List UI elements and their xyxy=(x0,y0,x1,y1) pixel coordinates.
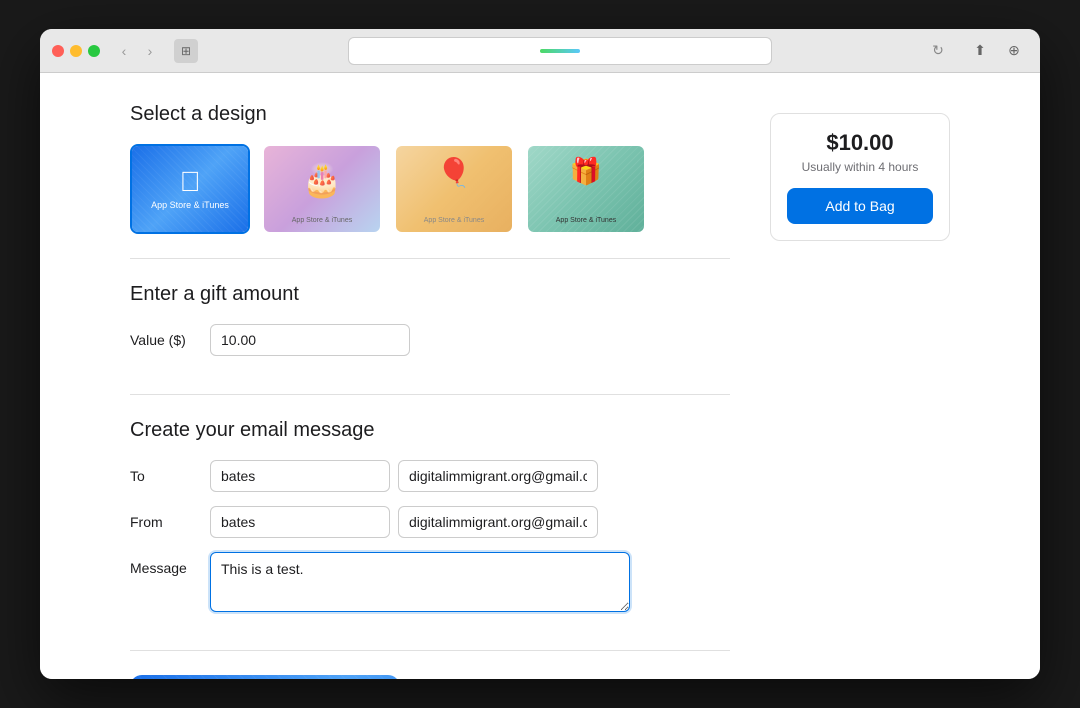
browser-actions: ⬆ ⊕ xyxy=(966,37,1028,65)
value-input[interactable] xyxy=(210,324,410,356)
design-section: Select a design  App Store & iTunes xyxy=(130,103,730,259)
balloons-card-label: App Store & iTunes xyxy=(424,217,484,224)
email-section-title: Create your email message xyxy=(130,419,730,442)
new-tab-button[interactable]: ⊕ xyxy=(1000,37,1028,65)
apple-logo-icon:  xyxy=(180,168,201,196)
to-form-row: To xyxy=(130,460,730,492)
birthday-card-label: App Store & iTunes xyxy=(292,217,352,224)
design-card-appstore[interactable]:  App Store & iTunes xyxy=(130,144,250,234)
close-button[interactable] xyxy=(52,45,64,57)
from-label: From xyxy=(130,514,210,530)
to-email-input[interactable] xyxy=(398,460,598,492)
browser-window: ‹ › ⊞ ↻ ⬆ ⊕ Select a design xyxy=(40,29,1040,679)
address-bar-container xyxy=(206,37,914,65)
amount-section-title: Enter a gift amount xyxy=(130,283,730,306)
traffic-lights xyxy=(52,45,100,57)
add-to-bag-button[interactable]: Add to Bag xyxy=(787,188,933,224)
design-section-title: Select a design xyxy=(130,103,730,126)
minimize-button[interactable] xyxy=(70,45,82,57)
appstore-card-label: App Store & iTunes xyxy=(151,200,229,210)
design-card-gifts[interactable]: 🎁 App Store & iTunes xyxy=(526,144,646,234)
value-label: Value ($) xyxy=(130,332,210,348)
from-email-input[interactable] xyxy=(398,506,598,538)
email-section: Create your email message To From xyxy=(130,419,730,651)
gifts-card-label: App Store & iTunes xyxy=(556,217,616,224)
message-textarea[interactable]: This is a test. xyxy=(210,552,630,612)
share-button[interactable]: ⬆ xyxy=(966,37,994,65)
design-card-birthday[interactable]: App Store & iTunes xyxy=(262,144,382,234)
price-box: $10.00 Usually within 4 hours Add to Bag xyxy=(770,113,950,241)
nav-arrows: ‹ › xyxy=(112,39,162,63)
message-label: Message xyxy=(130,552,210,576)
to-name-input[interactable] xyxy=(210,460,390,492)
gifts-emoji-icon: 🎁 xyxy=(570,156,602,187)
browser-chrome: ‹ › ⊞ ↻ ⬆ ⊕ xyxy=(40,29,1040,73)
sidebar-widget: $10.00 Usually within 4 hours Add to Bag xyxy=(770,113,950,679)
maximize-button[interactable] xyxy=(88,45,100,57)
page-content: Select a design  App Store & iTunes xyxy=(90,73,990,679)
design-cards:  App Store & iTunes App Store & iTunes xyxy=(130,144,730,234)
price-amount: $10.00 xyxy=(787,130,933,156)
price-delivery: Usually within 4 hours xyxy=(787,160,933,174)
from-form-row: From xyxy=(130,506,730,538)
design-card-balloons[interactable]: App Store & iTunes xyxy=(394,144,514,234)
back-button[interactable]: ‹ xyxy=(112,39,136,63)
loading-indicator xyxy=(540,49,580,53)
message-form-row: Message This is a test. xyxy=(130,552,730,612)
main-section: Select a design  App Store & iTunes xyxy=(130,103,730,679)
amount-section: Enter a gift amount Value ($) xyxy=(130,283,730,395)
from-name-input[interactable] xyxy=(210,506,390,538)
refresh-button[interactable]: ↻ xyxy=(926,39,950,63)
browser-content[interactable]: Select a design  App Store & iTunes xyxy=(40,73,1040,679)
tab-icon: ⊞ xyxy=(174,39,198,63)
preview-card:  xyxy=(130,675,400,679)
amount-form-row: Value ($) xyxy=(130,324,730,356)
address-bar[interactable] xyxy=(348,37,773,65)
to-label: To xyxy=(130,468,210,484)
forward-button[interactable]: › xyxy=(138,39,162,63)
